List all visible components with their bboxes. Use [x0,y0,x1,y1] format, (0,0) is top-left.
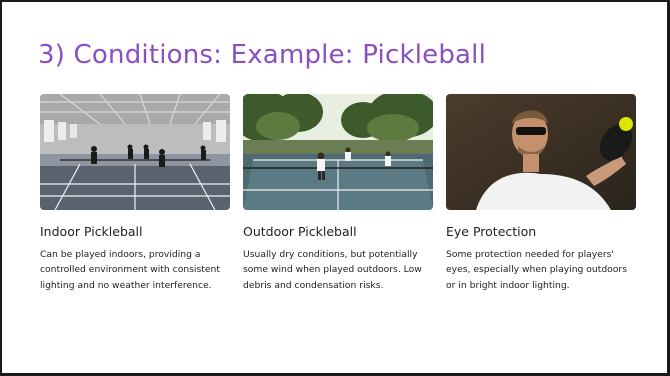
player-sunglasses-image [446,94,636,210]
card-caption: Eye Protection [446,224,537,239]
card-description: Can be played indoors, providing a contr… [40,249,220,291]
card-description: Usually dry conditions, but potentially … [243,249,422,291]
card-indoor: Indoor Pickleball Can be played indoors,… [40,94,230,293]
card-caption: Outdoor Pickleball [243,224,357,239]
card-description: Some protection needed for players' eyes… [446,249,627,291]
card-eye-protection: Eye Protection Some protection needed fo… [446,94,636,293]
indoor-court-image [40,94,230,210]
card-outdoor: Outdoor Pickleball Usually dry condition… [243,94,433,293]
outdoor-court-image [243,94,433,210]
card-caption: Indoor Pickleball [40,224,143,239]
slide-title: 3) Conditions: Example: Pickleball [38,40,487,70]
